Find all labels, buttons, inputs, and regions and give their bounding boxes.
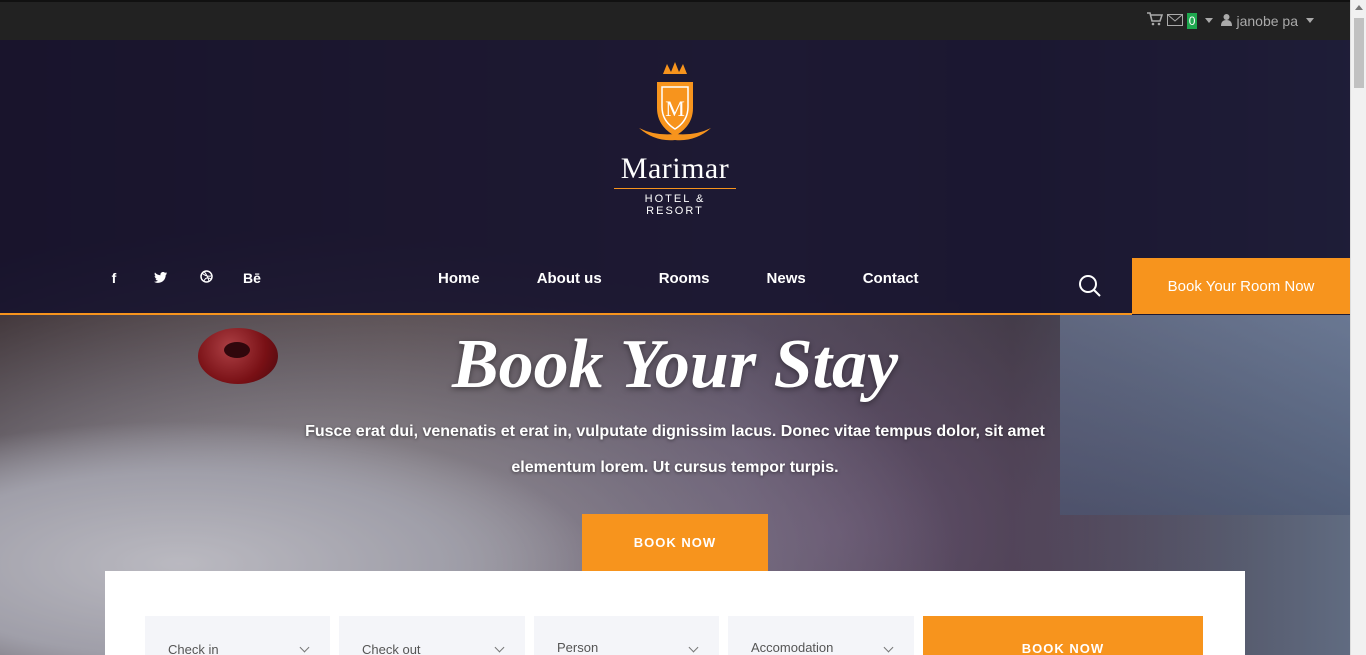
dribbble-icon[interactable] [196, 270, 216, 286]
nav-rooms[interactable]: Rooms [659, 270, 710, 287]
person-label: Person [557, 640, 599, 655]
shopping-cart-icon[interactable] [1146, 12, 1163, 29]
envelope-icon[interactable] [1166, 13, 1183, 29]
search-icon[interactable] [1078, 274, 1102, 303]
scroll-up-icon[interactable] [1355, 5, 1363, 10]
hero-description: Fusce erat dui, venenatis et erat in, vu… [305, 423, 1045, 476]
user-icon [1221, 13, 1233, 29]
hero-section: M Marimar HOTEL & RESORT f Bē Home About… [0, 40, 1350, 655]
chevron-down-icon [883, 642, 894, 653]
social-links: f Bē [104, 270, 262, 286]
behance-icon[interactable]: Bē [242, 270, 262, 286]
brand-logo[interactable]: M Marimar HOTEL & RESORT [614, 60, 736, 217]
nav-about-us[interactable]: About us [537, 270, 602, 287]
nav-divider [0, 313, 1132, 315]
chevron-down-icon [299, 642, 310, 653]
message-count-badge: 0 [1186, 12, 1198, 29]
accommodation-label: Accomodation [751, 640, 834, 655]
booking-panel: Check in Check out Person Accomodation B… [105, 571, 1245, 655]
user-name[interactable]: janobe pa [1236, 13, 1298, 29]
chevron-down-icon [688, 642, 699, 653]
scrollbar-thumb[interactable] [1354, 18, 1364, 88]
page-scrollbar[interactable] [1350, 0, 1366, 655]
brand-name: Marimar [620, 152, 730, 185]
check-out-field[interactable]: Check out [339, 616, 525, 655]
booking-book-now-button[interactable]: BOOK NOW [923, 616, 1203, 655]
messages-dropdown-icon[interactable] [1205, 18, 1214, 23]
nav-home[interactable]: Home [438, 270, 480, 287]
brand-tagline: HOTEL & RESORT [614, 188, 736, 217]
hero-book-now-button[interactable]: BOOK NOW [582, 514, 768, 571]
check-out-label: Check out [362, 642, 421, 655]
person-select[interactable]: Person [534, 616, 719, 655]
chevron-down-icon [494, 642, 505, 653]
check-in-field[interactable]: Check in [145, 616, 330, 655]
facebook-icon[interactable]: f [104, 270, 124, 286]
accommodation-select[interactable]: Accomodation [728, 616, 914, 655]
nav-contact[interactable]: Contact [863, 270, 919, 287]
book-room-now-button[interactable]: Book Your Room Now [1132, 258, 1350, 314]
nav-news[interactable]: News [767, 270, 806, 287]
svg-text:M: M [665, 96, 685, 121]
top-bar-account: 0 janobe pa [1146, 12, 1318, 29]
crown-crest-icon: M [639, 62, 711, 141]
user-dropdown-icon[interactable] [1306, 18, 1314, 23]
top-bar: 0 janobe pa [0, 0, 1350, 40]
twitter-icon[interactable] [150, 270, 170, 286]
hero-title: Book Your Stay [451, 326, 899, 403]
check-in-label: Check in [168, 642, 219, 655]
main-nav: Home About us Rooms News Contact [438, 270, 976, 287]
